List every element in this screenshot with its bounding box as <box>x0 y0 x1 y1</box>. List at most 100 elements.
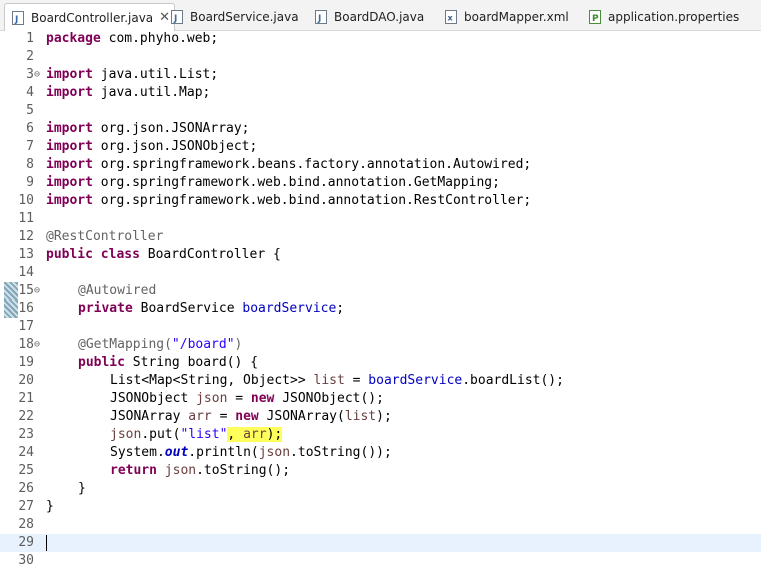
code-line: 6 import org.json.JSONArray; <box>0 120 761 138</box>
keyword: import <box>46 121 93 136</box>
code-line: 17 <box>0 318 761 336</box>
static-field: out <box>164 445 189 460</box>
code-text: org.springframework.beans.factory.annota… <box>92 157 532 172</box>
keyword: public <box>78 355 125 370</box>
line-number: 6 <box>26 121 34 136</box>
keyword: import <box>46 85 93 100</box>
keyword: import <box>46 139 93 154</box>
annotation: @GetMapping( <box>78 337 172 352</box>
code-line: 2 <box>0 48 761 66</box>
line-number: 19 <box>18 355 34 370</box>
line-number: 11 <box>18 211 34 226</box>
line-number: 15 <box>18 283 34 298</box>
line-number: 13 <box>18 247 34 262</box>
keyword: package <box>46 31 101 46</box>
xml-file-icon: x <box>444 9 458 24</box>
code-line: 25 return json.toString(); <box>0 462 761 480</box>
code-text: .put( <box>141 427 181 442</box>
tab-boardservice-java[interactable]: J BoardService.java <box>170 4 299 29</box>
keyword: new <box>235 409 259 424</box>
java-file-icon: J <box>170 9 184 24</box>
code-line: 15 ⊖ @Autowired <box>0 282 761 300</box>
code-text: String board() { <box>124 355 259 370</box>
bracket-highlight: ); <box>266 427 283 442</box>
code-line: 8 import org.springframework.beans.factor… <box>0 156 761 174</box>
tab-label: BoardService.java <box>190 9 299 24</box>
code-text: = <box>344 373 369 388</box>
code-line: 21 JSONObject json = new JSONObject(); <box>0 390 761 408</box>
code-line: 4 import java.util.Map; <box>0 84 761 102</box>
field-name: boardService <box>242 301 337 316</box>
code-text: ); <box>376 409 392 424</box>
fold-toggle-icon[interactable]: ⊖ <box>34 66 40 84</box>
keyword: import <box>46 175 93 190</box>
fold-toggle-icon[interactable]: ⊖ <box>34 336 40 354</box>
current-line-highlight: 29 <box>0 534 761 552</box>
code-text: = <box>227 391 251 406</box>
svg-text:J: J <box>14 15 18 25</box>
fold-toggle-icon[interactable]: ⊖ <box>34 282 40 300</box>
code-line: 3 ⊖ import java.util.List; <box>0 66 761 84</box>
code-text: java.util.List; <box>92 67 219 82</box>
close-tab-icon[interactable]: ✕ <box>159 10 170 25</box>
keyword: return <box>110 463 157 478</box>
line-number: 22 <box>18 409 34 424</box>
local-variable: list <box>344 409 377 424</box>
line-number: 18 <box>18 337 34 352</box>
tab-boardcontroller-java[interactable]: J BoardController.java ✕ <box>4 3 176 31</box>
code-text: JSONObject(); <box>274 391 384 406</box>
line-number: 1 <box>26 31 34 46</box>
line-number: 2 <box>26 49 34 64</box>
svg-text:x: x <box>448 13 454 22</box>
local-variable: arr <box>243 427 267 442</box>
line-number: 14 <box>18 265 34 280</box>
code-text: .println( <box>188 445 259 460</box>
code-line: 11 <box>0 210 761 228</box>
code-line: 30 <box>0 552 761 570</box>
tab-boardmapper-xml[interactable]: x boardMapper.xml <box>444 4 569 29</box>
code-text: } <box>78 481 86 496</box>
line-number: 4 <box>26 85 34 100</box>
string-literal: "list" <box>180 427 228 442</box>
line-number: 26 <box>18 481 34 496</box>
code-line: 26} <box>0 480 761 498</box>
code-text: java.util.Map; <box>92 85 211 100</box>
line-number: 17 <box>18 319 34 334</box>
code-line: 23 json.put("list", arr); <box>0 426 761 444</box>
code-line: 7 import org.json.JSONObject; <box>0 138 761 156</box>
line-number: 5 <box>26 103 34 118</box>
code-line: 10 import org.springframework.web.bind.an… <box>0 192 761 210</box>
tab-label: BoardController.java <box>31 10 154 25</box>
line-number: 16 <box>18 301 34 316</box>
code-text: JSONObject <box>110 391 197 406</box>
properties-file-icon: P <box>588 9 602 24</box>
code-line: 5 <box>0 102 761 120</box>
code-text: .toString()); <box>290 445 392 460</box>
annotation: @Autowired <box>78 283 157 298</box>
code-line: 24 System.out.println(json.toString()); <box>0 444 761 462</box>
tab-label: BoardDAO.java <box>334 9 425 24</box>
code-text: JSONArray( <box>258 409 345 424</box>
line-number: 25 <box>18 463 34 478</box>
code-line: 20 List<Map<String, Object>> list = board… <box>0 372 761 390</box>
code-line: 12 @RestController <box>0 228 761 246</box>
code-line: 13 public class BoardController { <box>0 246 761 264</box>
code-text: System. <box>110 445 165 460</box>
annotation: ) <box>234 337 243 352</box>
code-editor[interactable]: 1 package com.phyho.web; 2 3 ⊖ import java.… <box>0 30 761 575</box>
java-file-icon: J <box>314 9 328 24</box>
code-text: = <box>211 409 236 424</box>
line-number: 23 <box>18 427 34 442</box>
editor-tab-bar: J BoardController.java ✕ J BoardService.… <box>0 0 761 31</box>
code-text: org.json.JSONArray; <box>92 121 250 136</box>
line-number: 8 <box>26 157 34 172</box>
code-text: com.phyho.web; <box>100 31 219 46</box>
code-text: BoardService <box>132 301 243 316</box>
code-line: 9 import org.springframework.web.bind.ann… <box>0 174 761 192</box>
keyword: import <box>46 193 93 208</box>
line-number: 3 <box>26 67 34 82</box>
tab-boarddao-java[interactable]: J BoardDAO.java <box>314 4 424 29</box>
tab-application-properties[interactable]: P application.properties <box>588 4 739 29</box>
code-text: .toString(); <box>196 463 291 478</box>
